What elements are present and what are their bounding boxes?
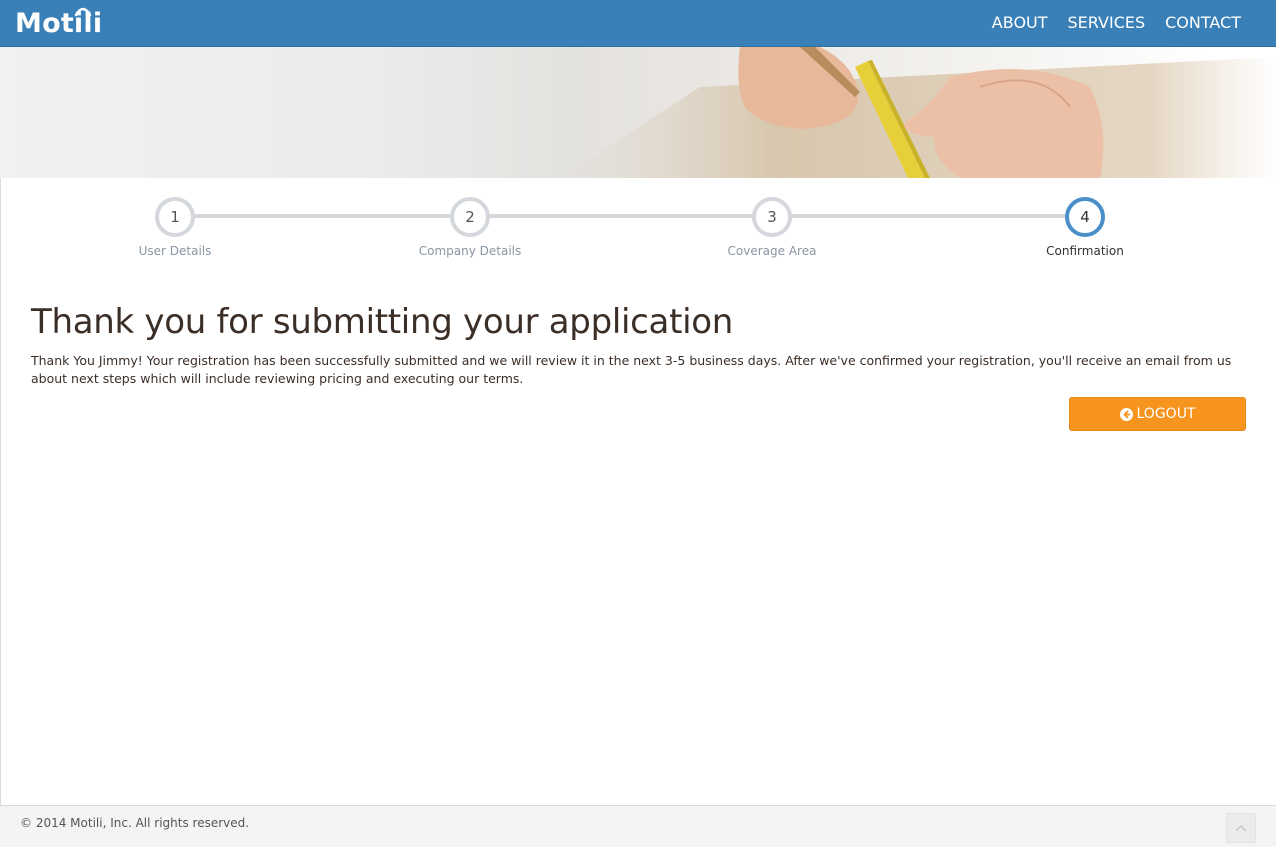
step-2-number: 2 <box>465 208 475 226</box>
hero-image <box>560 47 1276 178</box>
main-nav: ABOUT SERVICES CONTACT <box>972 0 1241 46</box>
step-3-label: Coverage Area <box>727 244 817 258</box>
step-3-number: 3 <box>767 208 777 226</box>
step-2-label: Company Details <box>418 244 522 258</box>
chevron-up-icon <box>1235 824 1247 832</box>
step-1-label: User Details <box>138 244 212 258</box>
logout-label: LOGOUT <box>1136 406 1196 422</box>
confirmation-message: Thank You Jimmy! Your registration has b… <box>31 353 1232 386</box>
stepper-track <box>175 214 1085 218</box>
step-3-circle: 3 <box>752 197 792 237</box>
arrow-circle-left-icon <box>1119 407 1133 421</box>
nav-services[interactable]: SERVICES <box>1068 0 1146 46</box>
nav-contact[interactable]: CONTACT <box>1165 0 1241 46</box>
logo-arc-icon <box>74 7 92 17</box>
step-4-circle: 4 <box>1065 197 1105 237</box>
copyright-text: © 2014 Motili, Inc. All rights reserved. <box>20 816 250 830</box>
nav-about[interactable]: ABOUT <box>992 0 1048 46</box>
hero-banner <box>0 47 1276 178</box>
step-4-label: Confirmation <box>1046 244 1124 258</box>
step-2-circle: 2 <box>450 197 490 237</box>
site-footer: © 2014 Motili, Inc. All rights reserved. <box>0 805 1276 847</box>
scroll-to-top-button[interactable] <box>1226 813 1256 843</box>
site-header: Motili ABOUT SERVICES CONTACT <box>0 0 1276 47</box>
content-frame <box>0 178 1276 806</box>
page-title: Thank you for submitting your applicatio… <box>31 302 733 342</box>
step-4-number: 4 <box>1080 208 1090 226</box>
logout-button[interactable]: LOGOUT <box>1069 397 1246 431</box>
step-1-circle: 1 <box>155 197 195 237</box>
step-1-number: 1 <box>170 208 180 226</box>
